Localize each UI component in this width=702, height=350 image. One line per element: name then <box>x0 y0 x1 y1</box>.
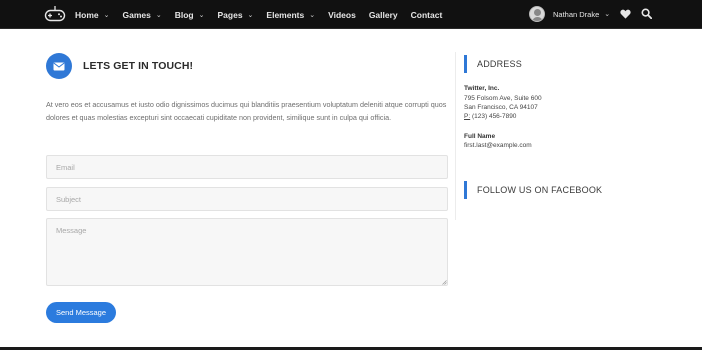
address-city: San Francisco, CA 94107 <box>464 104 538 111</box>
chevron-down-icon: ⌄ <box>604 11 611 18</box>
address-phone: P: (123) 456-7890 <box>464 113 516 120</box>
email-field[interactable] <box>46 155 448 179</box>
user-name: Nathan Drake <box>553 9 600 19</box>
contact-email[interactable]: first.last@example.com <box>464 142 532 149</box>
user-menu[interactable]: Nathan Drake ⌄ <box>529 5 610 23</box>
message-field[interactable] <box>46 218 448 286</box>
search-icon[interactable] <box>641 8 652 19</box>
contact-name: Full Name <box>464 133 496 140</box>
avatar <box>529 6 545 22</box>
nav-item-elements[interactable]: Elements ⌄ <box>266 10 315 20</box>
nav-item-blog[interactable]: Blog ⌄ <box>175 10 205 20</box>
nav-item-videos[interactable]: Videos <box>328 10 356 20</box>
chevron-down-icon: ⌄ <box>155 11 162 19</box>
chevron-down-icon: ⌄ <box>247 11 254 19</box>
send-message-button[interactable]: Send Message <box>46 302 116 323</box>
nav-label: Home <box>75 9 99 20</box>
chevron-down-icon: ⌄ <box>103 11 110 19</box>
subject-field[interactable] <box>46 187 448 211</box>
nav-label: Contact <box>410 9 443 20</box>
address-street: 795 Folsom Ave, Suite 600 <box>464 95 542 102</box>
divider <box>455 52 456 220</box>
nav-item-home[interactable]: Home ⌄ <box>75 10 110 20</box>
resize-grip-icon[interactable] <box>442 280 447 285</box>
nav-label: Pages <box>217 9 243 20</box>
chevron-down-icon: ⌄ <box>309 11 316 19</box>
address-heading: ADDRESS <box>464 55 522 73</box>
nav-item-gallery[interactable]: Gallery <box>369 10 398 20</box>
intro-text: At vero eos et accusamus et iusto odio d… <box>46 100 447 122</box>
envelope-icon <box>46 53 72 79</box>
chevron-down-icon: ⌄ <box>198 11 205 19</box>
phone-number: (123) 456-7890 <box>471 113 517 120</box>
gamepad-icon[interactable] <box>44 5 66 23</box>
nav-label: Games <box>122 9 151 20</box>
main-menu: Home ⌄ Games ⌄ Blog ⌄ Pages ⌄ Elements ⌄ Vide… <box>75 0 455 29</box>
top-navbar: Home ⌄ Games ⌄ Blog ⌄ Pages ⌄ Elements ⌄ Vide… <box>0 0 702 29</box>
nav-label: Videos <box>328 9 356 20</box>
nav-label: Blog <box>174 9 194 20</box>
heart-icon[interactable] <box>620 8 631 20</box>
page-title: LETS GET IN TOUCH! <box>83 60 194 72</box>
company-name: Twitter, Inc. <box>464 85 500 92</box>
nav-item-contact[interactable]: Contact <box>411 10 443 20</box>
facebook-heading: FOLLOW US ON FACEBOOK <box>464 181 602 199</box>
nav-item-games[interactable]: Games ⌄ <box>123 10 162 20</box>
nav-label: Gallery <box>368 9 398 20</box>
phone-prefix: P: <box>464 113 471 120</box>
contact-header: LETS GET IN TOUCH! <box>46 53 193 79</box>
nav-label: Elements <box>266 9 305 20</box>
nav-item-pages[interactable]: Pages ⌄ <box>218 10 254 20</box>
